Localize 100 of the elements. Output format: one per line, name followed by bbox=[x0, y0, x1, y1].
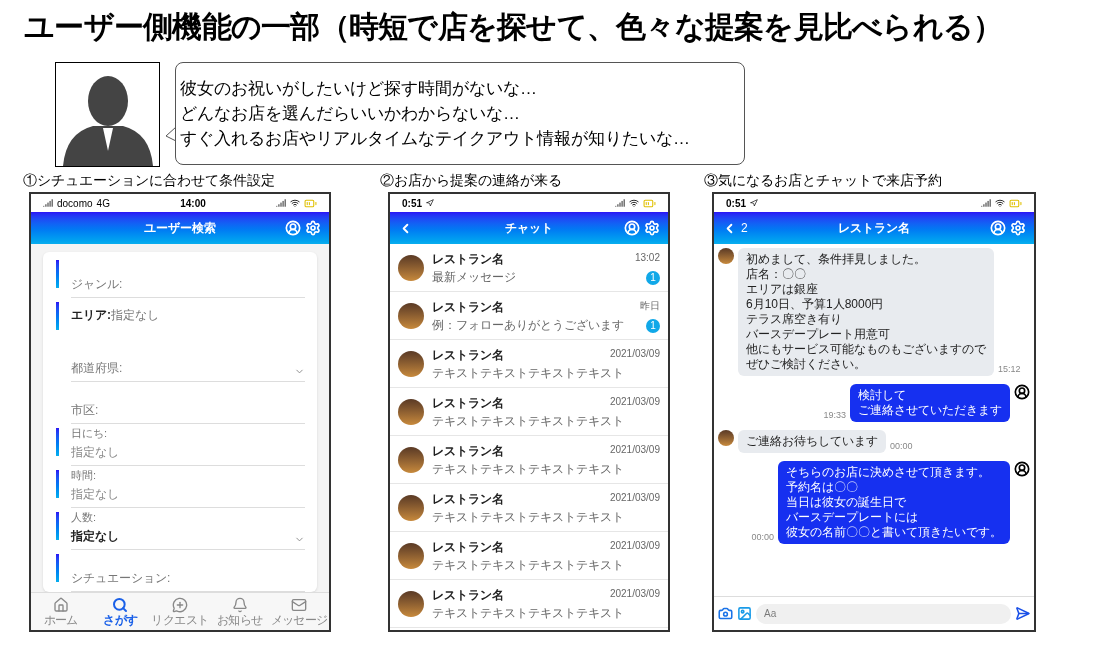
restaurant-name: レストラン名 bbox=[432, 251, 504, 268]
back-count: 2 bbox=[741, 220, 748, 237]
message-line: 6月10日、予算1人8000円 bbox=[746, 297, 885, 312]
form-field[interactable]: 時間: 指定なし bbox=[71, 466, 305, 508]
header-title: ユーザー検索 bbox=[143, 220, 217, 237]
speech-line: どんなお店を選んだらいいかわからないな… bbox=[180, 102, 521, 125]
tab-item[interactable]: メッセージ bbox=[269, 593, 329, 630]
signal-icon bbox=[276, 198, 286, 208]
accent-bar bbox=[55, 554, 59, 582]
tab-item[interactable]: さがす bbox=[90, 593, 151, 630]
tab-item[interactable]: リクエスト bbox=[150, 593, 210, 630]
restaurant-name: レストラン名 bbox=[432, 491, 504, 508]
message-preview: テキストテキストテキストテキスト bbox=[432, 510, 624, 525]
form-field[interactable]: 市区: bbox=[71, 382, 305, 424]
message-line: ぜひご検討ください。 bbox=[746, 357, 867, 372]
message-line: ご連絡お待ちしています bbox=[746, 434, 878, 449]
message-preview: テキストテキストテキストテキスト bbox=[432, 414, 624, 429]
chat-list-item[interactable]: レストラン名 2021/03/09 テキストテキストテキストテキスト bbox=[390, 484, 668, 532]
photo-placeholder bbox=[718, 248, 734, 264]
chat-list-item[interactable]: レストラン名 2021/03/09 テキストテキストテキストテキスト bbox=[390, 532, 668, 580]
user-avatar-icon bbox=[1014, 461, 1030, 477]
wifi-icon bbox=[995, 198, 1005, 208]
message-time: 15:12 bbox=[998, 362, 1021, 376]
photo-placeholder bbox=[398, 542, 424, 569]
send-icon[interactable] bbox=[1015, 606, 1030, 621]
message-line: エリアは銀座 bbox=[746, 282, 819, 297]
photo-placeholder bbox=[398, 398, 424, 425]
location-icon bbox=[426, 199, 434, 207]
search-icon bbox=[112, 596, 129, 613]
message-preview: 例：フォローありがとうございます bbox=[432, 318, 624, 333]
message-time: 2021/03/09 bbox=[609, 347, 660, 361]
message-line: 店名：〇〇 bbox=[746, 267, 807, 282]
profile-icon[interactable] bbox=[624, 220, 640, 236]
accent-bar bbox=[55, 302, 59, 330]
chat-list-item[interactable]: レストラン名 2021/03/09 テキストテキストテキストテキスト bbox=[390, 436, 668, 484]
message-line: 当日は彼女の誕生日で bbox=[786, 495, 907, 510]
profile-icon[interactable] bbox=[285, 220, 301, 236]
restaurant-name: レストラン名 bbox=[432, 443, 504, 460]
user-avatar-icon bbox=[1014, 384, 1030, 400]
message-time: 2021/03/09 bbox=[609, 539, 660, 553]
message-input[interactable]: Aa bbox=[756, 603, 1011, 624]
photo-placeholder bbox=[398, 590, 424, 617]
restaurant-name: レストラン名 bbox=[432, 299, 504, 316]
photo-placeholder bbox=[398, 350, 424, 377]
signal-icon bbox=[981, 198, 991, 208]
chat-list-item[interactable]: レストラン名 2021/03/09 テキストテキストテキストテキスト bbox=[390, 340, 668, 388]
tab-item[interactable]: ホーム bbox=[31, 593, 91, 630]
house-icon bbox=[52, 596, 69, 613]
settings-icon[interactable] bbox=[305, 220, 321, 236]
chat-list-item[interactable]: レストラン名 13:02 最新メッセージ 1 bbox=[390, 244, 668, 292]
message-line: そちらのお店に決めさせて頂きます。 bbox=[786, 465, 991, 480]
photo-placeholder bbox=[398, 446, 424, 473]
message-time: 00:00 bbox=[751, 530, 774, 544]
location-icon bbox=[750, 199, 758, 207]
speech-line: 彼女のお祝いがしたいけど探す時間がないな… bbox=[180, 77, 538, 100]
network-text: 4G bbox=[96, 196, 110, 211]
settings-icon[interactable] bbox=[644, 220, 660, 236]
form-field[interactable]: 人数: 指定なし bbox=[71, 508, 305, 550]
message-line: 予約名は〇〇 bbox=[786, 480, 859, 495]
speech-line: すぐ入れるお店やリアルタイムなテイクアウト情報が知りたいな… bbox=[180, 127, 691, 150]
chat-list-item[interactable]: レストラン名 2021/03/09 テキストテキストテキストテキスト bbox=[390, 388, 668, 436]
message-time: 2021/03/09 bbox=[609, 443, 660, 457]
message-line: 彼女の名前〇〇と書いて頂きたいです。 bbox=[786, 525, 1002, 540]
status-time: 14:00 bbox=[180, 196, 206, 211]
wifi-icon bbox=[629, 198, 639, 208]
camera-icon[interactable] bbox=[718, 606, 733, 621]
unread-badge: 1 bbox=[646, 270, 660, 285]
chat-list-item[interactable]: レストラン名 昨日 例：フォローありがとうございます 1 bbox=[390, 292, 668, 340]
message-preview: テキストテキストテキストテキスト bbox=[432, 366, 624, 381]
form-field[interactable]: 都道府県: bbox=[71, 340, 305, 382]
message-line: テラス席空き有り bbox=[746, 312, 843, 327]
message-time: 2021/03/09 bbox=[609, 491, 660, 505]
message-line: 初めまして、条件拝見しました。 bbox=[746, 252, 927, 267]
message-time: 2021/03/09 bbox=[609, 395, 660, 409]
restaurant-name: レストラン名 bbox=[432, 539, 504, 556]
accent-bar bbox=[55, 428, 59, 456]
step-caption: ①シチュエーションに合わせて条件設定 bbox=[23, 171, 276, 190]
message-line: ご連絡させていただきます bbox=[858, 403, 1002, 418]
tab-item[interactable]: お知らせ bbox=[209, 593, 270, 630]
status-time: 0:51 bbox=[726, 196, 746, 211]
step-caption: ②お店から提案の連絡が来る bbox=[380, 171, 563, 190]
carrier-text: docomo bbox=[57, 196, 93, 211]
message-time: 昨日 bbox=[640, 299, 660, 313]
chat-list-item[interactable]: レストラン名 2021/03/09 テキストテキストテキストテキスト bbox=[390, 580, 668, 628]
header-title: レストラン名 bbox=[837, 220, 911, 237]
step-caption: ③気になるお店とチャットで来店予約 bbox=[704, 171, 943, 190]
restaurant-name: レストラン名 bbox=[432, 347, 504, 364]
accent-bar bbox=[55, 260, 59, 288]
settings-icon[interactable] bbox=[1010, 220, 1026, 236]
message-preview: テキストテキストテキストテキスト bbox=[432, 558, 624, 573]
message-line: バースデープレートには bbox=[786, 510, 919, 525]
status-time: 0:51 bbox=[402, 196, 422, 211]
message-time: 00:00 bbox=[890, 439, 913, 453]
profile-icon[interactable] bbox=[990, 220, 1006, 236]
image-icon[interactable] bbox=[737, 606, 752, 621]
message-time: 2021/03/09 bbox=[609, 587, 660, 601]
form-field[interactable]: 日にち: 指定なし bbox=[71, 424, 305, 466]
accent-bar bbox=[55, 470, 59, 498]
form-field[interactable]: ジャンル: bbox=[71, 256, 305, 298]
restaurant-name: レストラン名 bbox=[432, 587, 504, 604]
